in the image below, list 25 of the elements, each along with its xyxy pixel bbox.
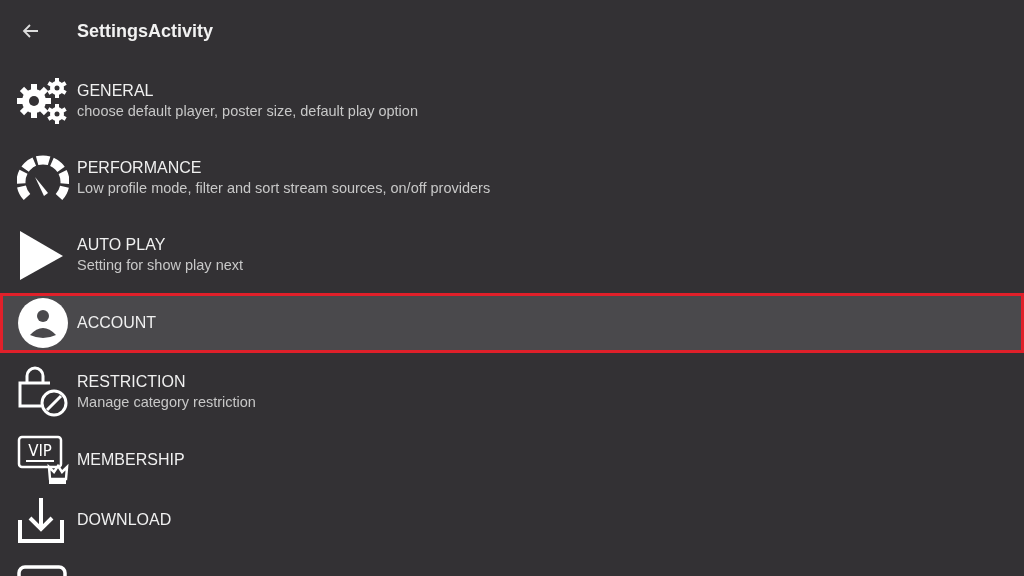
settings-item[interactable]: GENERAL choose default player, poster size, default play option (0, 62, 1024, 139)
setting-title: DOWNLOAD (77, 511, 172, 529)
setting-title: GENERAL (77, 82, 155, 100)
setting-title: RESTRICTION (77, 373, 187, 391)
setting-summary: choose default player, poster size, default play option (77, 103, 418, 119)
setting-summary: Manage category restriction (77, 394, 256, 410)
screen-title: SettingsActivity (77, 20, 214, 42)
settings-item[interactable]: AUTO PLAY Setting for show play next (0, 216, 1024, 293)
setting-title: ACCOUNT (77, 314, 157, 332)
settings-item[interactable]: VIP MEMBERSHIP (0, 430, 1024, 490)
gears-icon (17, 76, 69, 125)
setting-title: AUTO PLAY (77, 236, 167, 254)
download-icon (17, 496, 65, 544)
play-icon (17, 228, 65, 281)
setting-summary: Low profile mode, filter and sort stream sources, on/off providers (77, 180, 491, 196)
setting-title: PERFORMANCE (77, 159, 203, 177)
setting-title: MEMBERSHIP (77, 451, 185, 469)
lock-block-icon (17, 365, 69, 418)
account-icon (17, 297, 69, 349)
settings-item[interactable]: PERFORMANCE Low profile mode, filter and sort stream sources, on/off providers (0, 139, 1024, 216)
settings-item[interactable]: DOWNLOAD (0, 490, 1024, 550)
setting-summary: Setting for show play next (77, 257, 244, 273)
settings-item[interactable]: ACCOUNT (0, 293, 1024, 353)
settings-item[interactable]: RESTRICTION Manage category restriction (0, 353, 1024, 430)
gauge-icon (17, 154, 69, 201)
